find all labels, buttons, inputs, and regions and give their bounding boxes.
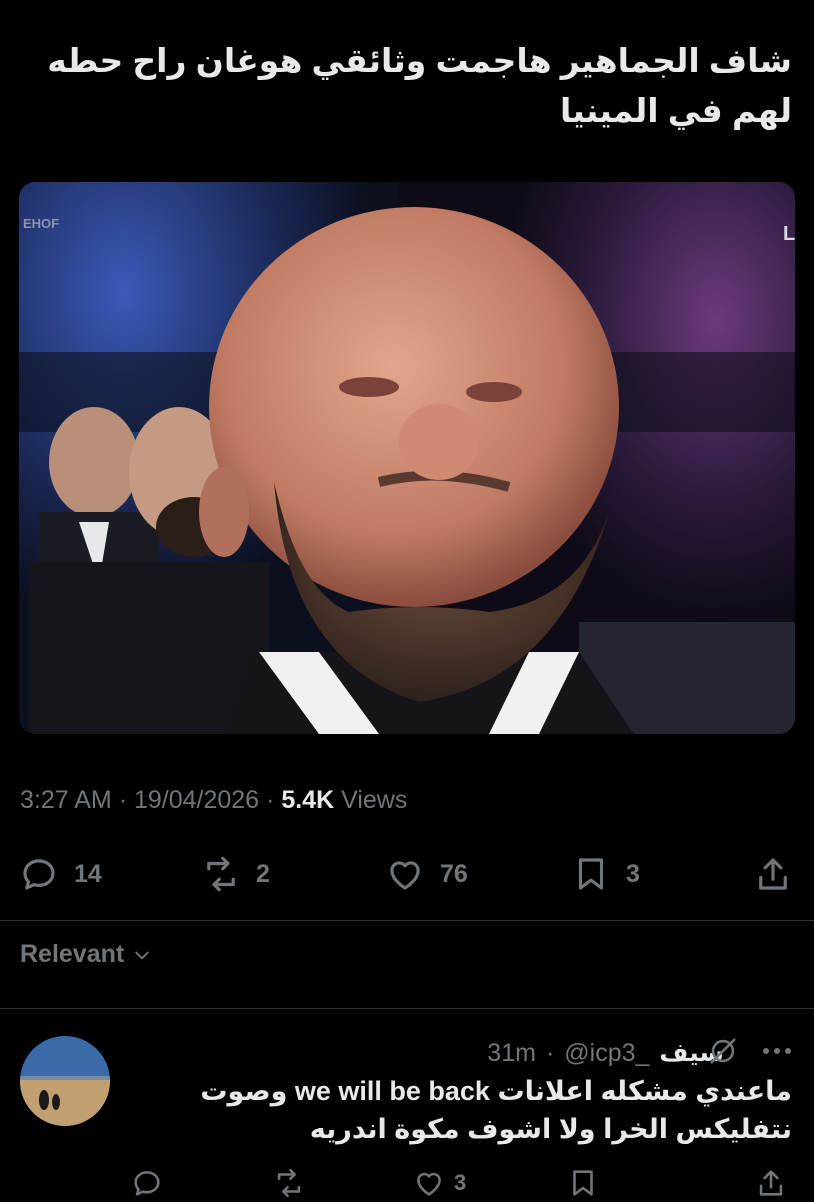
tweet-meta: 3:27 AM · 19/04/2026 · 5.4K Views bbox=[20, 786, 407, 815]
tweet-media[interactable]: EHOF L bbox=[19, 182, 795, 734]
reply-share-button[interactable] bbox=[754, 1166, 788, 1200]
media-corner-text-left: EHOF bbox=[23, 216, 59, 231]
chevron-down-icon bbox=[135, 951, 149, 959]
tweet-time[interactable]: 3:27 AM bbox=[20, 786, 112, 814]
reply-like-button[interactable]: 3 bbox=[412, 1166, 466, 1200]
repost-button[interactable]: 2 bbox=[200, 846, 270, 902]
tweet-text-line1: شاف الجماهير هاجمت وثائقي هوغان راح حطه bbox=[47, 42, 792, 79]
heart-icon bbox=[390, 861, 420, 890]
views-label: Views bbox=[341, 786, 408, 814]
tweet-date[interactable]: 19/04/2026 bbox=[134, 786, 259, 814]
bookmark-count: 3 bbox=[626, 859, 640, 888]
tweet-text-line2: لهم في المينيا bbox=[559, 92, 792, 129]
bookmark-icon bbox=[578, 858, 604, 890]
views-count: 5.4K bbox=[281, 786, 335, 814]
tweet-text: شاف الجماهير هاجمت وثائقي هوغان راح حطه … bbox=[12, 36, 792, 136]
reply-bookmark-button[interactable] bbox=[566, 1166, 600, 1200]
meta-separator: · bbox=[266, 786, 275, 814]
reply-text-line2: نتفليكس الخرا ولا اشوف مكوة اندريه bbox=[309, 1114, 792, 1144]
mute-icon[interactable] bbox=[706, 1034, 740, 1068]
repost-icon bbox=[277, 1168, 301, 1198]
heart-icon bbox=[417, 1172, 441, 1196]
divider bbox=[0, 920, 814, 921]
share-icon bbox=[759, 858, 787, 890]
reply-reply-button[interactable] bbox=[130, 1166, 164, 1200]
reply-text-line1: ماعندي مشكله اعلانات we will be back وصو… bbox=[200, 1076, 792, 1106]
reply-actions: 3 bbox=[0, 1162, 814, 1202]
bookmark-button[interactable]: 3 bbox=[570, 846, 640, 902]
reply-like-count: 3 bbox=[454, 1170, 467, 1195]
like-count: 76 bbox=[440, 859, 468, 888]
reply-handle[interactable]: @icp3_ bbox=[564, 1039, 649, 1068]
reply-count: 14 bbox=[74, 859, 102, 888]
meta-separator: · bbox=[118, 786, 128, 814]
reply-tweet[interactable]: سيف @icp3_ · 31m ماعندي مشكله اعلانات we… bbox=[0, 1010, 814, 1199]
reply-header: سيف @icp3_ · 31m bbox=[487, 1038, 724, 1068]
bookmark-icon bbox=[573, 1170, 593, 1196]
repost-count: 2 bbox=[256, 859, 270, 888]
sort-label: Relevant bbox=[20, 940, 125, 968]
avatar[interactable] bbox=[20, 1036, 110, 1126]
like-button[interactable]: 76 bbox=[384, 846, 468, 902]
comment-icon bbox=[134, 1171, 160, 1196]
comment-icon bbox=[23, 859, 55, 890]
sort-dropdown[interactable]: Relevant bbox=[20, 940, 152, 969]
reply-repost-button[interactable] bbox=[272, 1166, 306, 1200]
tweet-actions: 14 2 76 3 bbox=[0, 846, 814, 902]
media-photo: EHOF L bbox=[19, 182, 795, 734]
repost-icon bbox=[207, 856, 235, 892]
reply-time[interactable]: 31m bbox=[487, 1039, 536, 1068]
reply-text: ماعندي مشكله اعلانات we will be back وصو… bbox=[132, 1072, 792, 1148]
reply-button[interactable]: 14 bbox=[18, 846, 102, 902]
reply-separator: · bbox=[545, 1038, 555, 1067]
divider bbox=[0, 1008, 814, 1009]
share-icon bbox=[759, 1170, 783, 1196]
share-button[interactable] bbox=[752, 846, 794, 902]
more-icon[interactable] bbox=[760, 1044, 794, 1058]
media-corner-text-right: L bbox=[783, 223, 795, 245]
